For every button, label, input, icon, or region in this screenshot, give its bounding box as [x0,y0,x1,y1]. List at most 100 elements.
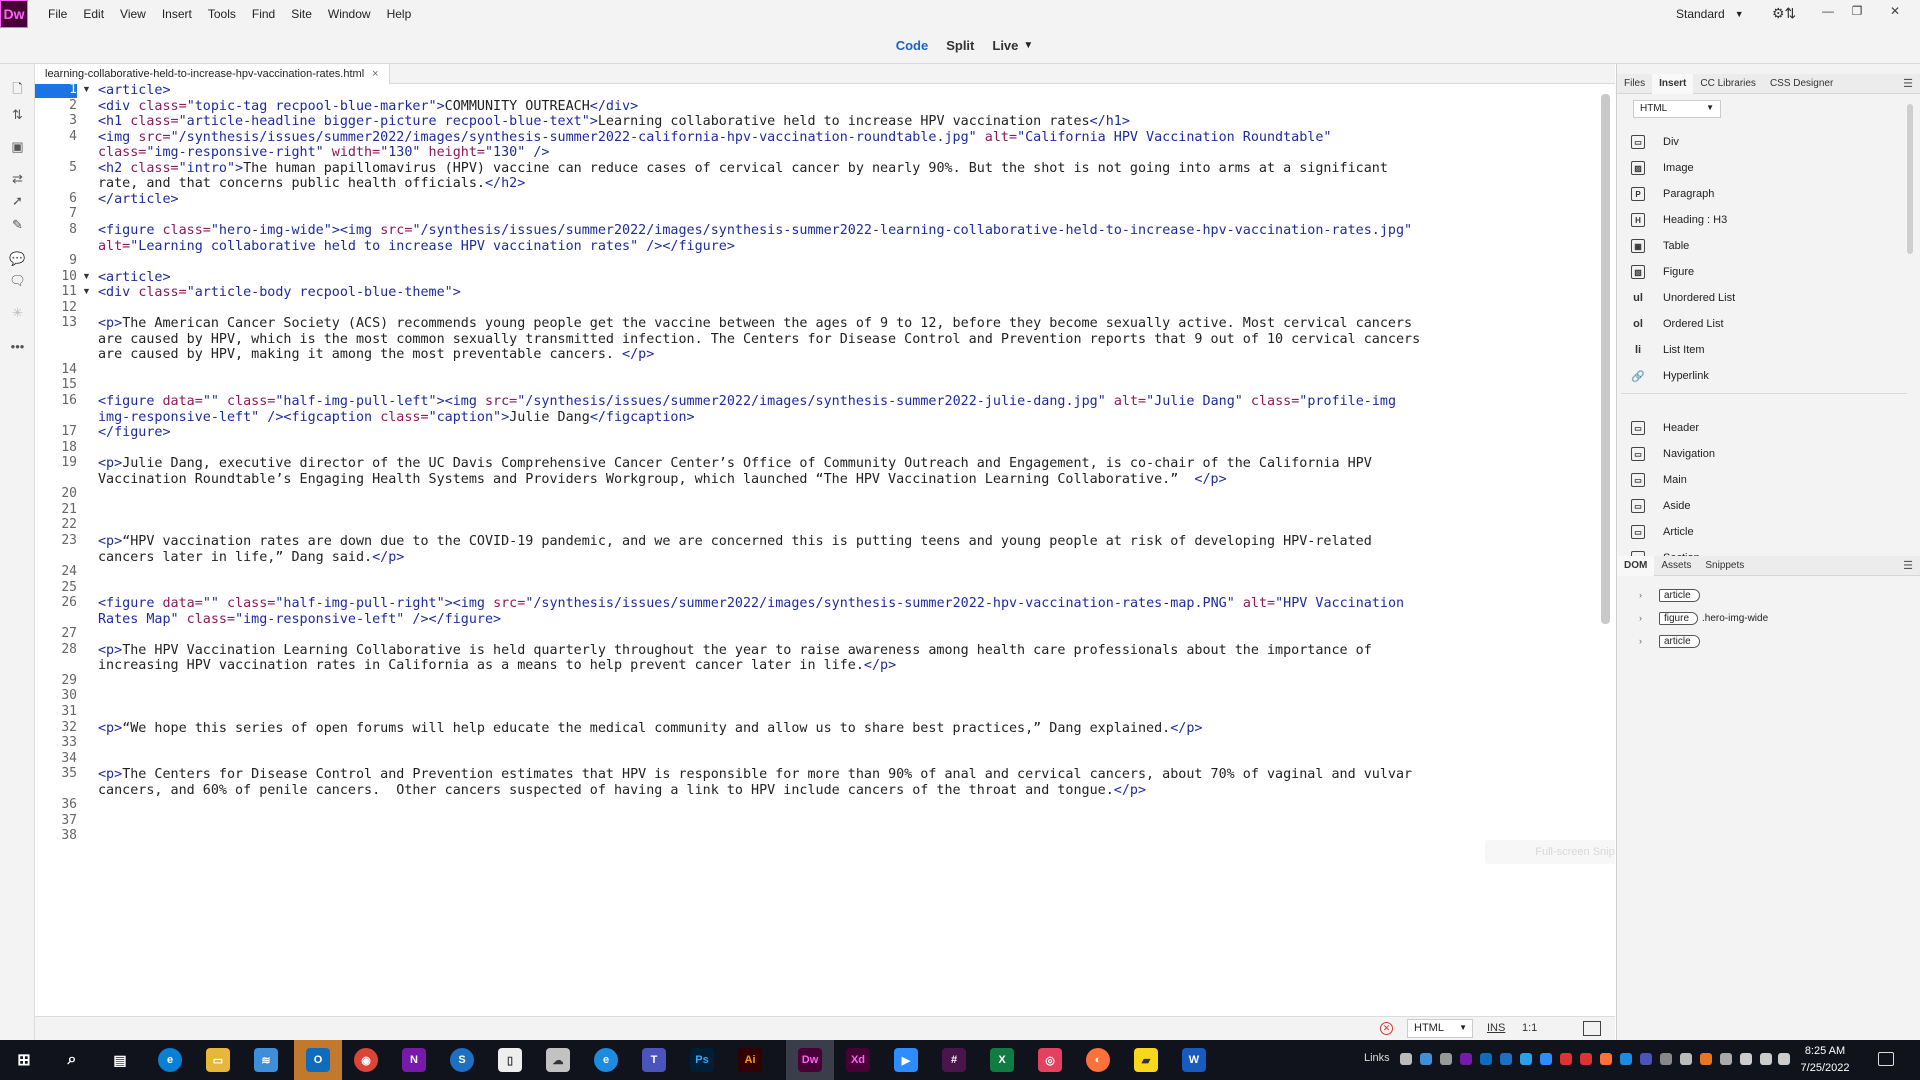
zoom-icon[interactable]: ▶ [894,1048,918,1072]
insert-scrollbar[interactable] [1907,104,1913,254]
code-line[interactable]: <p>“We hope this series of open forums w… [98,719,1202,738]
code-line[interactable]: </figure> [98,423,171,442]
xd-icon[interactable]: Xd [846,1048,870,1072]
tray-onenote-icon[interactable] [1460,1053,1472,1065]
document-tab[interactable]: learning-collaborative-held-to-increase-… [35,64,390,84]
insert-item-hyperlink[interactable]: 🔗 Hyperlink [1631,366,1709,386]
tray-app-icon-2[interactable] [1520,1053,1532,1065]
illustrator-icon[interactable]: Ai [738,1048,762,1072]
insert-item-heading-h3[interactable]: H Heading : H3 [1631,210,1727,230]
tab-snippets[interactable]: Snippets [1698,556,1751,576]
sync-icon[interactable]: ≋ [254,1048,278,1072]
code-line[interactable]: Vaccination Roundtable’s Engaging Health… [98,470,1227,489]
menu-site[interactable]: Site [283,7,320,21]
menu-insert[interactable]: Insert [154,7,200,21]
firefox-icon[interactable]: ◐ [1086,1048,1110,1072]
insert-item-main[interactable]: ▭ Main [1631,470,1687,490]
links-toolbar[interactable]: Links [1364,1052,1390,1064]
close-window-button[interactable]: ✕ [1880,0,1910,22]
live-view-dropdown-icon[interactable]: ▼ [1023,40,1033,51]
dom-node-tag[interactable]: article [1659,588,1700,602]
search-icon[interactable]: ⌕ [60,1048,84,1072]
skype-icon[interactable]: S [450,1048,474,1072]
slack-icon[interactable]: # [942,1048,966,1072]
tray-security-icon[interactable] [1560,1053,1572,1065]
code-line[interactable]: </article> [98,190,179,209]
tray-app-icon-4[interactable] [1600,1053,1612,1065]
excel-icon[interactable]: X [990,1048,1014,1072]
file-management-icon[interactable]: ⇅ [9,106,26,123]
tray-zoom-icon[interactable] [1540,1053,1552,1065]
real-time-preview-icon[interactable] [1583,1021,1601,1036]
live-view-options-icon[interactable]: ▣ [9,138,26,155]
tab-files[interactable]: Files [1617,74,1652,94]
tray-app-icon-8[interactable] [1720,1053,1732,1065]
expand-collapse-icon[interactable]: ⇄ [9,170,26,187]
split-view-button[interactable]: Split [946,38,974,53]
fold-toggle-icon[interactable]: ▼ [82,84,91,99]
menu-find[interactable]: Find [244,7,283,21]
teams-icon[interactable]: T [642,1048,666,1072]
tab-assets[interactable]: Assets [1654,556,1698,576]
insert-item-article[interactable]: ▭ Article [1631,522,1694,542]
clock-date[interactable]: 7/25/2022 [1790,1062,1860,1074]
clock-time[interactable]: 8:25 AM [1795,1045,1855,1057]
code-line[interactable]: <div class="article-body recpool-blue-th… [98,283,461,302]
document-type-select[interactable]: HTML ▼ [1407,1019,1473,1038]
wrap-tag-icon[interactable]: ✳ [9,304,26,321]
dom-node-tag[interactable]: article [1659,634,1700,648]
insert-item-figure[interactable]: ▧ Figure [1631,262,1694,282]
code-line[interactable]: increasing HPV vaccination rates in Cali… [98,656,896,675]
live-view-button[interactable]: Live [992,38,1018,53]
insert-item-unordered-list[interactable]: ul Unordered List [1631,288,1735,308]
tray-app-icon-3[interactable] [1580,1053,1592,1065]
notification-center-icon[interactable] [1878,1052,1894,1066]
chevron-right-icon[interactable]: › [1639,613,1651,623]
apply-comment-icon[interactable]: 💬 [9,250,26,267]
open-documents-icon[interactable]: 🗋 [9,81,26,99]
tray-cloud-icon[interactable] [1440,1053,1452,1065]
remove-comment-icon[interactable]: 🗨 [9,272,26,289]
menu-tools[interactable]: Tools [200,7,244,21]
chrome-icon[interactable]: ◉ [354,1048,378,1072]
tray-app-icon[interactable] [1500,1053,1512,1065]
fold-toggle-icon[interactable]: ▼ [82,282,91,301]
more-tools-icon[interactable]: ••• [9,338,26,355]
menu-window[interactable]: Window [320,7,379,21]
minimize-button[interactable]: — [1813,0,1843,22]
close-tab-icon[interactable]: × [372,68,378,80]
word-icon[interactable]: W [1182,1048,1206,1072]
tray-app-icon-5[interactable] [1660,1053,1672,1065]
code-line[interactable]: cancers later in life,” Dang said.</p> [98,548,404,567]
tray-bluetooth-icon[interactable] [1620,1053,1632,1065]
code-line[interactable]: cancers, and 60% of penile cancers. Othe… [98,781,1146,800]
battery-icon[interactable] [1740,1053,1752,1065]
code-line[interactable]: img-responsive-left" /><figcaption class… [98,408,695,427]
code-line[interactable]: Rates Map" class="img-responsive-left" /… [98,610,501,629]
code-editor[interactable]: 1 ▼ 2 3 4 5 6 7 8 9 10 ▼ 11 ▼ 12 13 14 15 16 17 18 19 20 21 22 23… [35,84,1615,1016]
insert-item-aside[interactable]: ▭ Aside [1631,496,1691,516]
tray-app-icon-7[interactable] [1700,1053,1712,1065]
format-source-icon[interactable]: ✎ [9,216,26,233]
code-line[interactable]: are caused by HPV, making it among the m… [98,345,654,364]
tab-cc-libraries[interactable]: CC Libraries [1693,74,1763,94]
menu-edit[interactable]: Edit [75,7,112,21]
acrobat-icon[interactable]: ☁ [546,1048,570,1072]
insert-item-ordered-list[interactable]: ol Ordered List [1631,314,1723,334]
task-view-icon[interactable]: ▤ [108,1048,132,1072]
windows-start-icon[interactable]: ⊞ [12,1048,36,1072]
tray-onedrive-icon[interactable] [1420,1053,1432,1065]
dom-node[interactable]: › article [1639,632,1704,650]
document-icon[interactable]: ▯ [498,1048,522,1072]
insert-item-list-item[interactable]: li List Item [1631,340,1705,360]
panel-menu-icon[interactable]: ☰ [1903,559,1913,572]
code-line[interactable]: alt="Learning collaborative held to incr… [98,237,735,256]
insert-item-navigation[interactable]: ▭ Navigation [1631,444,1715,464]
internet-explorer-icon[interactable]: e [594,1048,618,1072]
insert-category-select[interactable]: HTML ▼ [1633,100,1721,118]
dom-node-tag[interactable]: figure [1659,611,1699,625]
image-app-icon[interactable]: ◎ [1038,1048,1062,1072]
dreamweaver-icon[interactable]: Dw [798,1048,822,1072]
insert-item-div[interactable]: ▭ Div [1631,132,1679,152]
tab-dom[interactable]: DOM [1617,555,1655,576]
